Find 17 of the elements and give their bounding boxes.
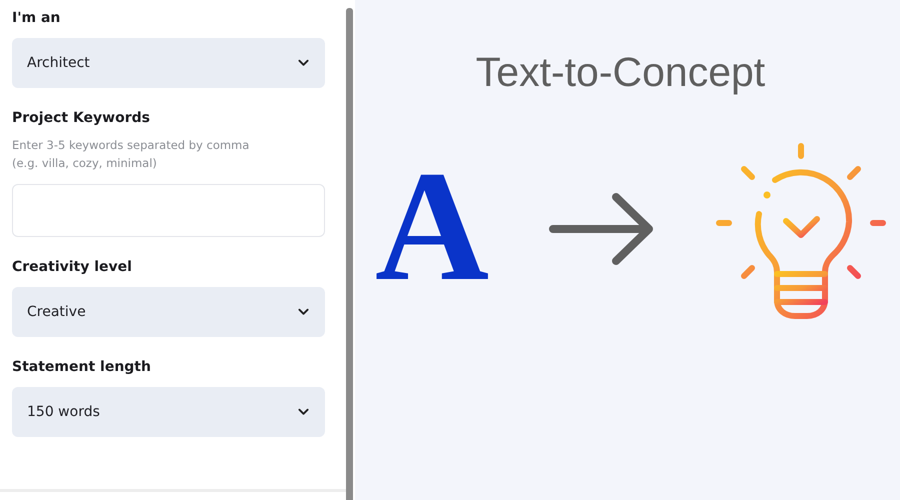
- dropdown[interactable]: 150 words: [12, 387, 325, 437]
- arrow-right-icon: [549, 193, 656, 265]
- field-label: Creativity level: [12, 259, 133, 275]
- scrollbar[interactable]: [346, 8, 353, 500]
- field-label: Project Keywords: [12, 110, 151, 126]
- hint-text: Enter 3-5 keywords separated by comma: [12, 137, 250, 154]
- dropdown[interactable]: Architect: [12, 38, 325, 88]
- hint-text: (e.g. villa, cozy, minimal): [12, 155, 158, 172]
- illustration-title: Text-to-Concept: [476, 49, 766, 96]
- input-field[interactable]: [12, 184, 325, 237]
- dropdown[interactable]: Creative: [12, 287, 325, 337]
- letter-glyph: A: [375, 148, 490, 306]
- chevron-down-icon: [298, 59, 309, 67]
- field-label: Statement length: [12, 359, 152, 375]
- chevron-down-icon: [298, 308, 309, 316]
- chevron-down-icon: [298, 408, 309, 416]
- field-label: I'm an: [12, 10, 62, 26]
